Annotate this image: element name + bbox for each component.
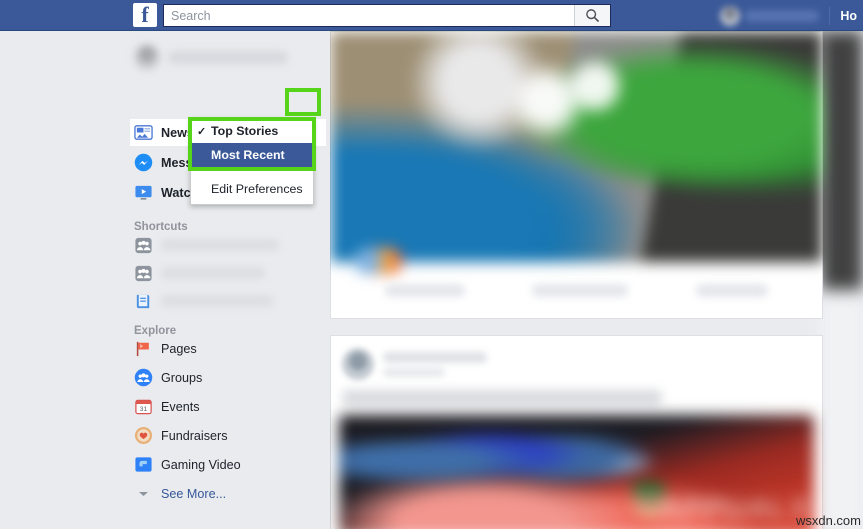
flag-icon — [136, 341, 149, 357]
like-button[interactable] — [384, 283, 465, 297]
menu-divider — [191, 170, 313, 171]
sidebar-item-label: Fundraisers — [161, 428, 228, 443]
post-action-bar[interactable] — [331, 262, 822, 318]
left-sidebar: News Feed Messenger Watch Shortcuts — [130, 31, 330, 529]
share-button[interactable] — [696, 283, 769, 297]
header-right-nav: Ho — [720, 0, 857, 31]
book-icon — [136, 294, 150, 308]
divider — [829, 6, 831, 25]
list-item[interactable] — [130, 259, 279, 287]
svg-text:31: 31 — [140, 406, 148, 413]
post-text — [331, 386, 822, 415]
menu-item-label: Most Recent — [211, 148, 285, 162]
group-icon — [135, 237, 152, 253]
post-media-video[interactable] — [331, 32, 822, 274]
profile-name — [745, 9, 820, 22]
post-author[interactable] — [331, 336, 822, 386]
messenger-icon — [134, 153, 153, 172]
menu-item-most-recent[interactable]: Most Recent — [191, 143, 313, 167]
site-watermark: wsxdn.com — [795, 513, 861, 528]
sidebar-item-label: Groups — [161, 370, 203, 385]
watermark-brand: APPUALS — [659, 492, 810, 525]
list-item[interactable] — [130, 287, 279, 315]
post-author-meta — [383, 351, 487, 377]
avatar — [342, 348, 374, 380]
sidebar-item-groups[interactable]: Groups — [130, 363, 241, 392]
menu-item-label: Top Stories — [211, 124, 279, 138]
gaming-video-icon — [135, 457, 152, 472]
group-icon — [135, 265, 152, 281]
fundraiser-icon — [134, 426, 153, 445]
shortcut-label — [161, 295, 273, 307]
sidebar-item-fundraisers[interactable]: Fundraisers — [130, 421, 241, 450]
watch-icon — [135, 185, 152, 200]
chevron-down-icon — [134, 484, 153, 503]
groups-icon — [134, 368, 153, 387]
see-more-button[interactable]: See More... — [130, 479, 241, 508]
comment-button[interactable] — [532, 283, 629, 297]
search-icon[interactable] — [574, 5, 610, 26]
sidebar-profile[interactable] — [134, 44, 288, 70]
menu-item-top-stories[interactable]: ✓ Top Stories — [191, 119, 313, 143]
list-item[interactable] — [130, 231, 279, 259]
sidebar-item-pages[interactable]: Pages — [130, 334, 241, 363]
avatar — [134, 44, 160, 70]
header-profile-link[interactable] — [720, 5, 820, 26]
post-media-image[interactable]: APPUALS FROM THE EXPERTS — [339, 415, 814, 529]
news-feed-sort-dropdown[interactable]: ✓ Top Stories Most Recent Edit Preferenc… — [190, 118, 314, 205]
play-button-icon[interactable] — [567, 58, 623, 114]
avatar — [720, 5, 741, 26]
facebook-top-bar: f Ho — [0, 0, 863, 31]
sidebar-item-events[interactable]: 31 Events — [130, 392, 241, 421]
list-item[interactable]: APPUALS FROM THE EXPERTS — [330, 335, 823, 529]
home-link[interactable]: Ho — [840, 9, 857, 23]
search-input[interactable] — [164, 5, 574, 26]
watermark-tagline: FROM THE EXPERTS — [654, 523, 810, 529]
sidebar-item-gaming-video[interactable]: Gaming Video — [130, 450, 241, 479]
sidebar-item-label: Pages — [161, 341, 197, 356]
check-icon: ✓ — [197, 125, 207, 138]
feed-background-blur — [821, 31, 863, 529]
table-row[interactable] — [330, 31, 823, 319]
see-more-label: See More... — [161, 486, 227, 501]
sidebar-item-label: Events — [161, 399, 200, 414]
calendar-icon: 31 — [135, 399, 152, 415]
news-feed-column: APPUALS FROM THE EXPERTS — [330, 31, 863, 529]
sidebar-item-label: Gaming Video — [161, 457, 241, 472]
shortcut-label — [161, 239, 279, 251]
menu-item-edit-preferences[interactable]: Edit Preferences — [191, 174, 313, 204]
news-feed-icon — [134, 125, 153, 140]
reactions-badge — [353, 248, 403, 274]
search-bar[interactable] — [163, 4, 611, 27]
watermark-text: APPUALS FROM THE EXPERTS — [655, 494, 810, 529]
shortcut-label — [161, 267, 265, 279]
profile-name — [168, 50, 288, 64]
facebook-logo[interactable]: f — [133, 3, 157, 27]
menu-item-label: Edit Preferences — [211, 182, 303, 196]
facebook-news-feed-screen: APPUALS FROM THE EXPERTS News Feed — [0, 0, 863, 529]
